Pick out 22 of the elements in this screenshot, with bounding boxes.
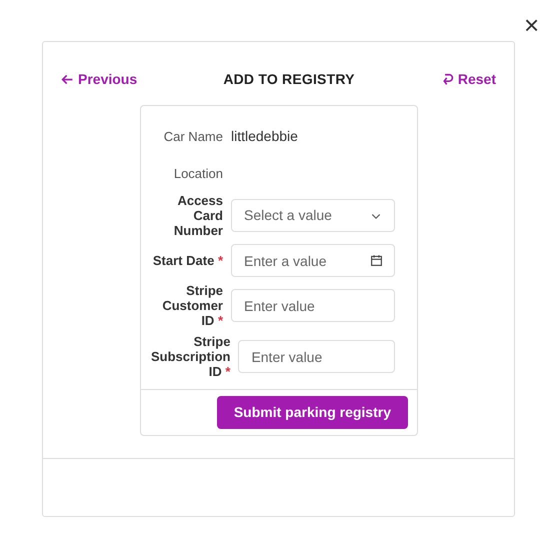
previous-link[interactable]: Previous xyxy=(61,68,138,90)
calendar-icon xyxy=(370,254,383,267)
modal-title: ADD TO REGISTRY xyxy=(223,70,355,88)
required-mark: * xyxy=(218,253,223,268)
date-field[interactable]: Enter a value xyxy=(231,244,395,277)
submit-button[interactable]: Submit parking registry xyxy=(216,396,408,429)
reset-link[interactable]: Reset xyxy=(440,68,496,90)
field-label: Start Date * xyxy=(152,253,223,268)
field-label: Access Card Number xyxy=(172,193,223,238)
close-button[interactable]: × xyxy=(522,12,542,38)
required-mark: * xyxy=(225,364,230,379)
select-field[interactable]: Select a value xyxy=(231,199,395,232)
field-label: Location xyxy=(172,166,223,180)
undo-icon xyxy=(440,72,454,86)
arrow-left-icon xyxy=(61,72,74,86)
field-label: Car Name xyxy=(162,129,223,144)
field-value: littledebbie xyxy=(231,127,299,146)
required-mark: * xyxy=(218,313,223,328)
field-label: Stripe Customer ID * xyxy=(161,283,223,328)
text-field[interactable]: Enter value xyxy=(238,340,395,373)
text-field[interactable]: Enter value xyxy=(231,289,395,322)
field-label: Stripe Subscription ID * xyxy=(151,334,230,379)
